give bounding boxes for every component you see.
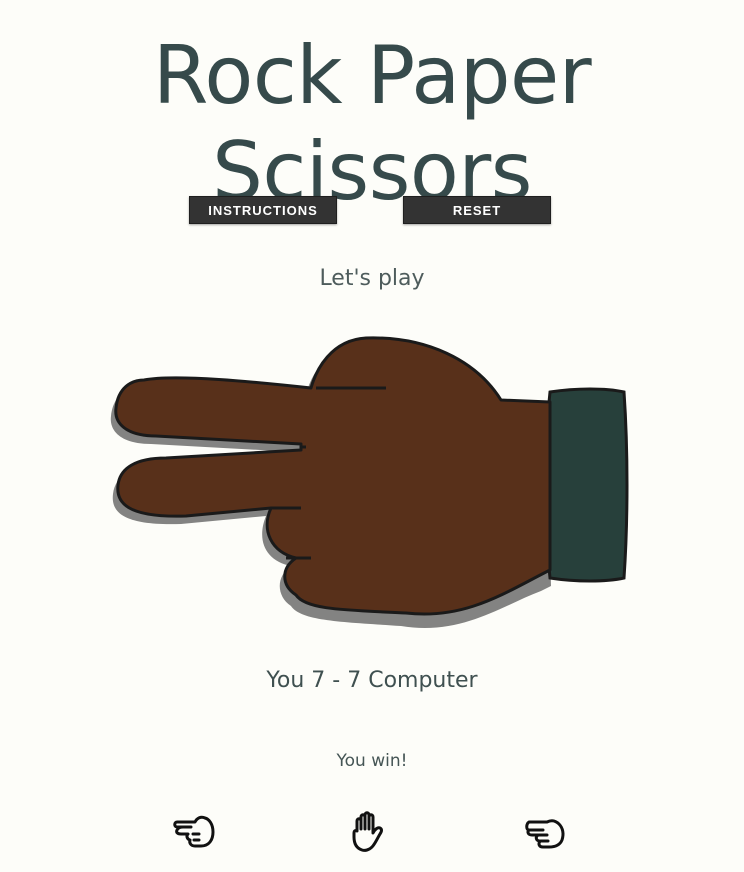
scissors-icon [173, 815, 215, 848]
scissors-choice-button[interactable] [171, 808, 219, 856]
score-display: You 7 - 7 Computer [266, 668, 478, 693]
rock-choice-button[interactable] [521, 808, 569, 856]
instructions-button[interactable]: INSTRUCTIONS [189, 196, 337, 224]
paper-choice-button[interactable] [344, 808, 392, 856]
game-page: Rock Paper Scissors INSTRUCTIONS RESET L… [0, 0, 744, 872]
paper-icon [352, 811, 383, 852]
round-result: You win! [336, 751, 408, 771]
page-title: Rock Paper Scissors [152, 29, 592, 218]
game-status: Let's play [319, 266, 425, 291]
rock-icon [525, 819, 565, 849]
scissors-hand-icon [106, 330, 636, 630]
reset-button[interactable]: RESET [403, 196, 551, 224]
